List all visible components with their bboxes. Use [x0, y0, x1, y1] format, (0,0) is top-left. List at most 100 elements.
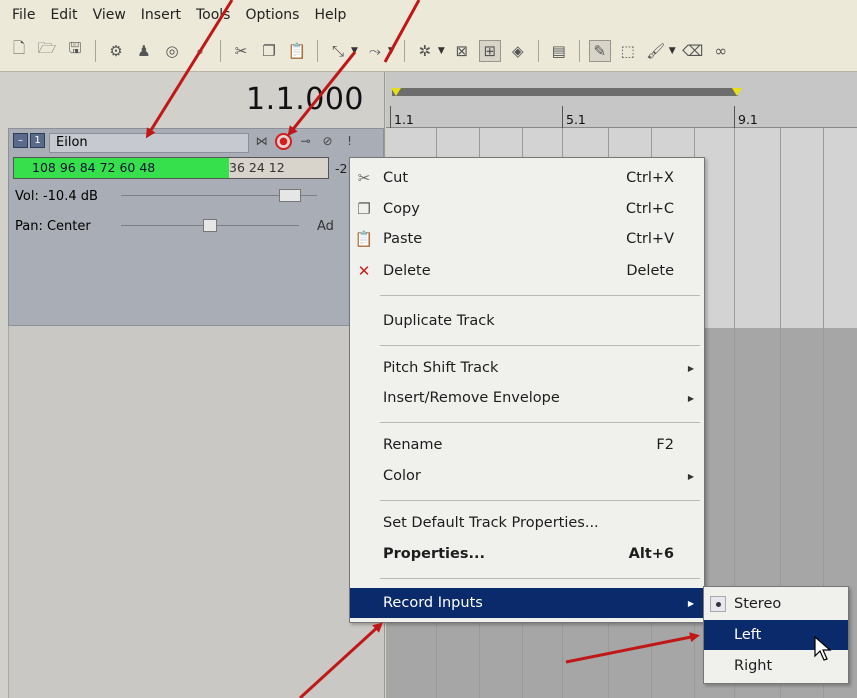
automation-button[interactable]: Ad: [317, 219, 334, 234]
properties-icon[interactable]: ⚙: [105, 40, 127, 62]
track-list-pane: 1.1.000 – 1 Eilon ⋈ ● ⊸ ⊘ ! 108 96 84 72…: [0, 72, 385, 698]
mute-tool-icon[interactable]: ∞: [710, 40, 732, 62]
envelope-tool-icon[interactable]: ⤳: [364, 40, 386, 62]
ruler-major-tick: [562, 106, 563, 128]
submenu-item-label: Left: [734, 627, 762, 643]
menu-item-label: Properties...: [383, 546, 485, 562]
ruler-major-tick: [390, 106, 391, 128]
menu-item-label: Insert/Remove Envelope: [383, 390, 560, 406]
edit-tool-icon[interactable]: ⤡: [327, 40, 349, 62]
split-icon[interactable]: ✲: [414, 40, 436, 62]
menu-item-shortcut: Delete: [626, 263, 674, 279]
menu-item-copy[interactable]: ❐ Copy Ctrl+C: [350, 194, 704, 224]
menu-item-label: Cut: [383, 170, 408, 186]
delete-icon: ✕: [357, 262, 371, 280]
menu-item-color[interactable]: Color ▶: [350, 461, 704, 491]
toolbar-separator: [95, 39, 96, 62]
solo-icon[interactable]: !: [341, 133, 358, 150]
region-icon[interactable]: ⊠: [451, 40, 473, 62]
search-icon[interactable]: ⌕: [189, 40, 211, 62]
meter-peak-readout: -2: [335, 161, 348, 176]
draw-icon[interactable]: ✎: [588, 39, 611, 62]
ruler-major-tick: [734, 106, 735, 128]
bypass-fx-icon[interactable]: ⋈: [253, 133, 270, 150]
time-ruler[interactable]: 1.1 5.1 9.1: [386, 72, 857, 128]
new-file-icon[interactable]: 🗋: [8, 39, 30, 62]
toolbar-separator: [220, 39, 221, 62]
timecode-display[interactable]: 1.1.000: [246, 82, 364, 117]
chevron-down-icon[interactable]: ▼: [388, 46, 395, 56]
loop-start-marker[interactable]: [391, 88, 401, 96]
toolbar-separator: [403, 39, 405, 62]
chevron-down-icon[interactable]: ▼: [438, 46, 445, 56]
ruler-tick-label: 9.1: [738, 112, 758, 127]
record-arm-button[interactable]: ●: [275, 133, 292, 150]
ruler-tick-label: 5.1: [566, 112, 586, 127]
menu-file[interactable]: File: [6, 7, 44, 23]
volume-slider-thumb[interactable]: [279, 189, 301, 202]
menu-insert[interactable]: Insert: [135, 7, 190, 23]
menu-item-label: Color: [383, 468, 421, 484]
erase-icon[interactable]: ⌫: [682, 40, 704, 62]
open-folder-icon[interactable]: 🗁: [36, 39, 58, 62]
pan-slider-thumb[interactable]: [203, 219, 217, 232]
menu-item-duplicate-track[interactable]: Duplicate Track: [350, 306, 704, 336]
meter-inactive-segment: 36 24 12: [229, 158, 328, 178]
copy-icon[interactable]: ❐: [258, 40, 280, 62]
menu-item-rename[interactable]: Rename F2: [350, 430, 704, 460]
toolbar: 🗋 🗁 🖫 ⚙ ♟ ◎ ⌕ ✂ ❐ 📋 ⤡ ▼ ⤳ ▼ ✲ ▼ ⊠ ⊞ ◈ ▤ ✎ ⬚…: [0, 30, 857, 72]
auto-ripple-icon[interactable]: ◈: [507, 40, 529, 62]
menu-item-label: Pitch Shift Track: [383, 360, 499, 376]
menu-item-delete[interactable]: ✕ Delete Delete: [350, 256, 704, 286]
paste-icon[interactable]: 📋: [286, 40, 308, 62]
save-icon[interactable]: 🖫: [64, 39, 86, 62]
chevron-down-icon[interactable]: ▼: [351, 46, 358, 56]
submenu-arrow-icon: ▶: [687, 363, 694, 373]
mute-icon[interactable]: ⊘: [319, 133, 336, 150]
menu-edit[interactable]: Edit: [44, 7, 86, 23]
menu-item-pitch-shift-track[interactable]: Pitch Shift Track ▶: [350, 353, 704, 383]
menu-tools[interactable]: Tools: [190, 7, 240, 23]
menu-item-label: Record Inputs: [383, 595, 483, 611]
menu-item-cut[interactable]: ✂ Cut Ctrl+X: [350, 163, 704, 193]
menu-separator: [380, 500, 700, 501]
person-icon[interactable]: ♟: [133, 40, 155, 62]
menu-item-label: Rename: [383, 437, 443, 453]
record-inputs-submenu: Stereo Left Right: [703, 586, 849, 684]
radio-selected-icon: [710, 596, 726, 612]
submenu-item-label: Right: [734, 658, 773, 674]
track-number: 1: [30, 133, 45, 148]
menu-view[interactable]: View: [87, 7, 135, 23]
submenu-arrow-icon: ▶: [687, 471, 694, 481]
mouse-cursor-icon: [814, 636, 832, 661]
menu-item-record-inputs[interactable]: Record Inputs ▶: [350, 588, 704, 618]
track-name-field[interactable]: Eilon: [49, 133, 249, 153]
menu-item-label: Duplicate Track: [383, 313, 495, 329]
cut-icon: ✂: [357, 169, 371, 187]
empty-track-area: [8, 326, 384, 698]
volume-label: Vol: -10.4 dB: [15, 189, 98, 204]
snap-icon[interactable]: ⊞: [478, 39, 501, 62]
submenu-item-label: Stereo: [734, 596, 782, 612]
track-minimize-icon[interactable]: –: [13, 133, 28, 148]
menu-help[interactable]: Help: [308, 7, 355, 23]
cut-icon[interactable]: ✂: [230, 40, 252, 62]
submenu-item-stereo[interactable]: Stereo: [704, 589, 848, 619]
select-icon[interactable]: ⬚: [617, 40, 639, 62]
chevron-down-icon[interactable]: ▼: [669, 46, 676, 56]
fx-icon[interactable]: ⊸: [297, 133, 314, 150]
burn-icon[interactable]: ◎: [161, 40, 183, 62]
menu-item-insert-remove-envelope[interactable]: Insert/Remove Envelope ▶: [350, 383, 704, 413]
menu-item-label: Delete: [383, 263, 431, 279]
paint-icon[interactable]: 🖌: [645, 40, 667, 62]
menu-item-properties[interactable]: Properties... Alt+6: [350, 539, 704, 569]
toolbar-separator: [578, 39, 580, 62]
lock-icon[interactable]: ▤: [548, 40, 570, 62]
loop-end-marker[interactable]: [732, 88, 742, 96]
menu-item-paste[interactable]: 📋 Paste Ctrl+V: [350, 224, 704, 254]
menu-item-set-default-track-properties[interactable]: Set Default Track Properties...: [350, 508, 704, 538]
track-header[interactable]: – 1 Eilon ⋈ ● ⊸ ⊘ ! 108 96 84 72 60 48 3…: [8, 128, 384, 326]
menu-options[interactable]: Options: [239, 7, 308, 23]
loop-region[interactable]: [392, 88, 738, 96]
menu-item-shortcut: Ctrl+X: [626, 170, 674, 186]
